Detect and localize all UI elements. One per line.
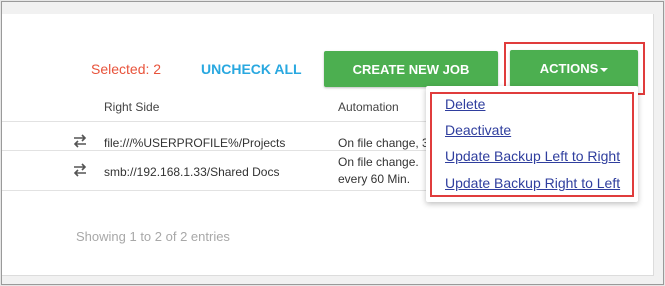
menu-item-update-left-to-right[interactable]: Update Backup Left to Right	[445, 148, 620, 164]
entries-info: Showing 1 to 2 of 2 entries	[76, 229, 230, 244]
header-divider	[2, 121, 432, 122]
automation-text: On file change.	[338, 155, 419, 169]
automation-text: On file change, 3	[338, 136, 429, 150]
row-divider	[2, 190, 432, 191]
actions-label: ACTIONS	[539, 61, 599, 76]
menu-item-update-right-to-left[interactable]: Update Backup Right to Left	[445, 175, 620, 191]
column-header-right-side[interactable]: Right Side	[104, 100, 159, 114]
right-side-path: file:///%USERPROFILE%/Projects	[104, 136, 286, 150]
actions-button[interactable]: ACTIONS	[510, 50, 638, 87]
row-divider	[2, 150, 432, 151]
create-new-job-button[interactable]: CREATE NEW JOB	[324, 51, 498, 87]
menu-item-deactivate[interactable]: Deactivate	[445, 122, 511, 138]
sync-arrows-icon[interactable]	[72, 163, 88, 177]
sync-arrows-icon[interactable]	[72, 134, 88, 148]
automation-interval: every 60 Min.	[338, 172, 411, 186]
app-window: Selected: 2 UNCHECK ALL CREATE NEW JOB A…	[1, 1, 664, 285]
right-side-path: smb://192.168.1.33/Shared Docs	[104, 165, 280, 179]
create-new-job-label: CREATE NEW JOB	[352, 61, 470, 77]
uncheck-all-button[interactable]: UNCHECK ALL	[201, 61, 302, 77]
column-header-automation[interactable]: Automation	[338, 100, 399, 114]
selected-count: Selected: 2	[91, 61, 162, 77]
caret-down-icon	[600, 67, 609, 72]
menu-item-delete[interactable]: Delete	[445, 96, 485, 112]
